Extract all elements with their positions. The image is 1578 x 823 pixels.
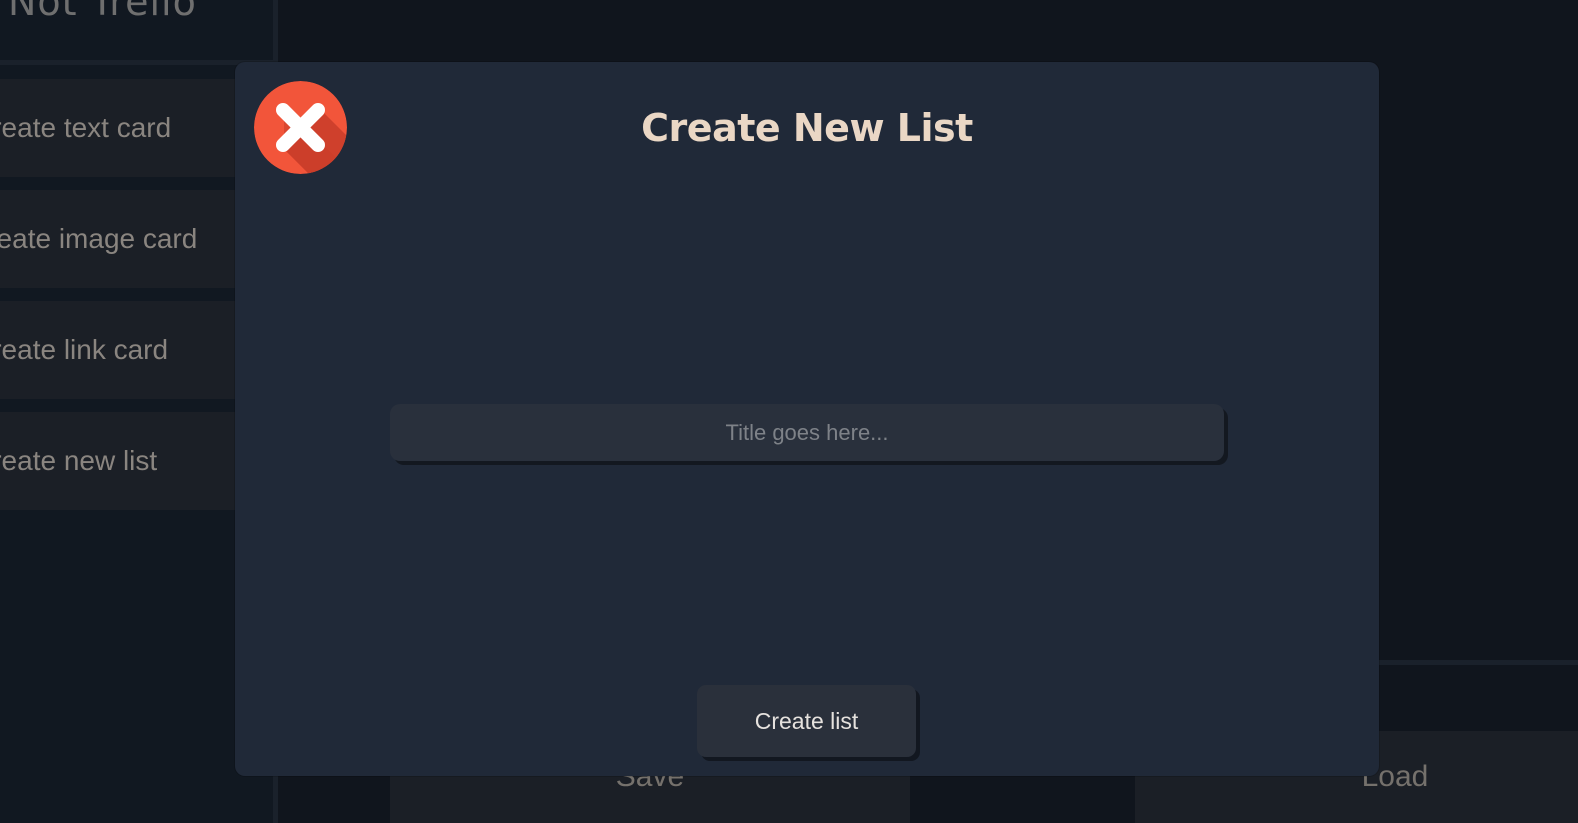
app-root: Not Trello Create text card Create image… <box>0 0 1578 823</box>
sidebar-divider <box>0 60 273 65</box>
create-image-card-button[interactable]: Create image card <box>0 190 245 288</box>
list-title-input[interactable] <box>390 404 1224 461</box>
create-new-list-button[interactable]: Create new list <box>0 412 245 510</box>
create-list-button[interactable]: Create list <box>697 685 916 757</box>
sidebar-item-label: Create text card <box>0 112 172 143</box>
sidebar-item-label: Create link card <box>0 334 169 365</box>
create-link-card-button[interactable]: Create link card <box>0 301 245 399</box>
sidebar-item-label: Create image card <box>0 223 198 254</box>
create-text-card-button[interactable]: Create text card <box>0 79 245 177</box>
create-list-modal: Create New List Create list <box>235 62 1379 776</box>
app-title: Not Trello <box>8 0 197 24</box>
sidebar-item-label: Create new list <box>0 445 158 476</box>
modal-title: Create New List <box>641 106 973 150</box>
